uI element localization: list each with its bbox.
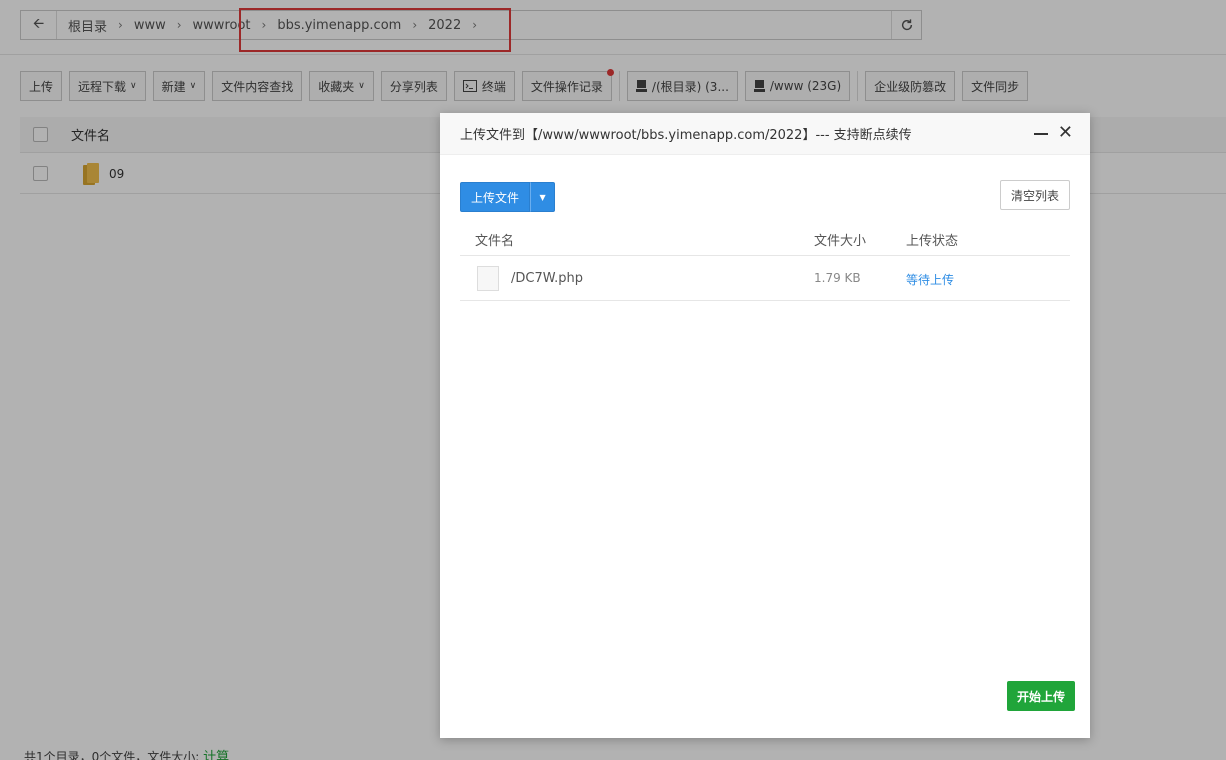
dialog-title: 上传文件到【/www/wwwroot/bbs.yimenapp.com/2022… (460, 128, 912, 143)
upload-file-size: 1.79 KB (814, 271, 861, 285)
clear-list-button[interactable]: 清空列表 (999, 180, 1070, 210)
start-upload-button[interactable]: 开始上传 (1006, 681, 1075, 711)
column-upload-status: 上传状态 (906, 234, 959, 249)
minimize-icon[interactable] (1034, 133, 1048, 135)
column-filename: 文件名 (475, 234, 515, 249)
upload-file-table: 文件名 文件大小 上传状态 /DC7W.php 1.79 KB 等待上传 (460, 221, 1070, 301)
upload-dialog: 上传文件到【/www/wwwroot/bbs.yimenapp.com/2022… (440, 113, 1090, 738)
close-icon[interactable]: ✕ (1058, 123, 1073, 143)
upload-file-button[interactable]: 上传文件 (460, 182, 531, 212)
caret-down-icon[interactable]: ▼ (530, 182, 556, 212)
column-filesize: 文件大小 (814, 234, 867, 249)
upload-file-name: /DC7W.php (511, 271, 583, 286)
table-row: /DC7W.php 1.79 KB 等待上传 (460, 256, 1070, 301)
file-icon (477, 266, 499, 291)
upload-file-button-group: 上传文件 ▼ (460, 182, 556, 212)
upload-file-status: 等待上传 (906, 273, 955, 287)
upload-table-header: 文件名 文件大小 上传状态 (460, 221, 1070, 256)
dialog-header: 上传文件到【/www/wwwroot/bbs.yimenapp.com/2022… (440, 113, 1090, 155)
